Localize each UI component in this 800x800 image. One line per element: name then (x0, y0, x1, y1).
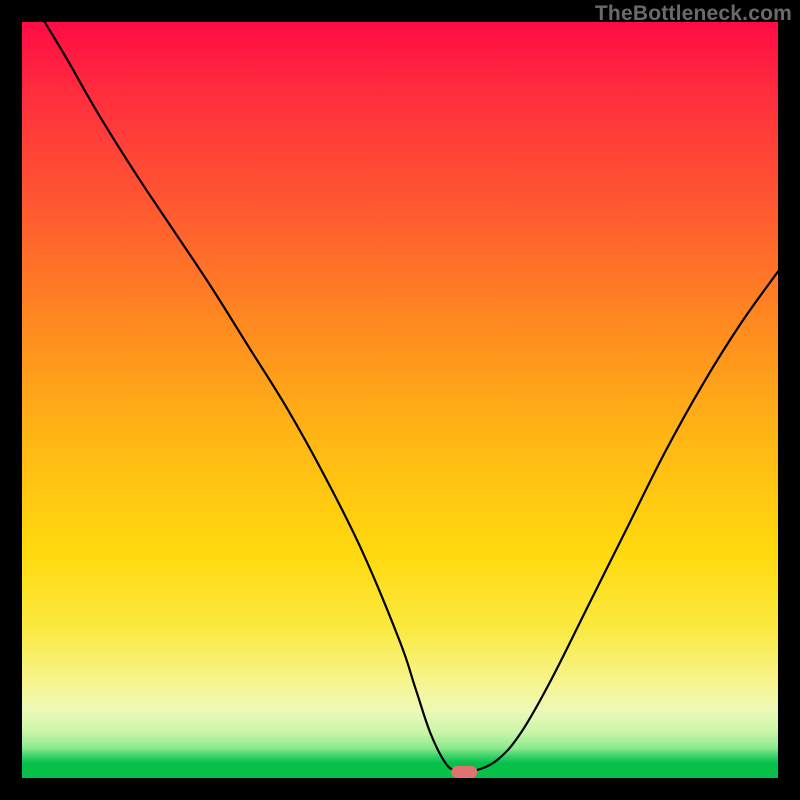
chart-svg (22, 22, 778, 778)
bottleneck-curve (45, 22, 778, 772)
chart-frame: TheBottleneck.com (0, 0, 800, 800)
optimal-marker (451, 766, 477, 778)
plot-area (22, 22, 778, 778)
